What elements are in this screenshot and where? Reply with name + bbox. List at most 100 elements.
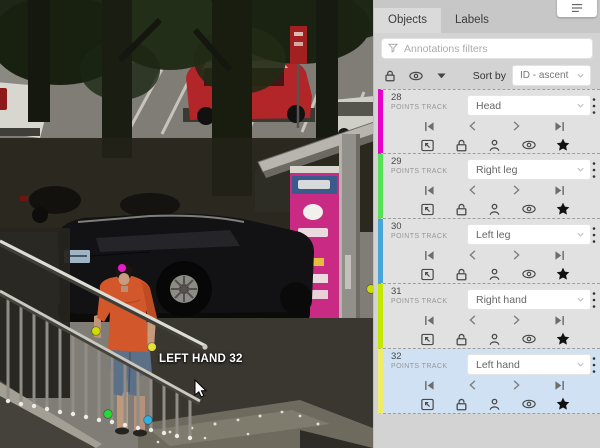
first-keyframe-icon[interactable]: [423, 249, 436, 262]
last-keyframe-icon[interactable]: [553, 120, 566, 133]
kebab-menu-icon[interactable]: [590, 225, 598, 245]
filter-funnel-icon: [387, 42, 399, 54]
annotation-canvas[interactable]: LEFT HAND 32: [0, 0, 373, 448]
collapse-all-button[interactable]: [435, 69, 448, 82]
hidden-eye-icon[interactable]: [521, 138, 537, 152]
first-keyframe-icon[interactable]: [423, 120, 436, 133]
sidebar-tabbar: Objects Labels: [374, 0, 600, 33]
unlock-icon[interactable]: [454, 138, 469, 153]
chevron-down-icon: [575, 70, 586, 81]
occluded-person-icon[interactable]: [487, 397, 502, 412]
keyframe-star-icon[interactable]: [555, 331, 571, 347]
kebab-menu-icon[interactable]: [590, 96, 598, 116]
sort-order-select[interactable]: ID - ascent: [512, 65, 591, 86]
chevron-down-icon: [575, 100, 586, 111]
keyframe-star-icon[interactable]: [555, 201, 571, 217]
occluded-person-icon[interactable]: [487, 267, 502, 282]
lock-all-button[interactable]: [383, 69, 397, 83]
next-keyframe-icon[interactable]: [510, 120, 522, 132]
appearance-menu-button[interactable]: [557, 0, 597, 17]
keyframe-star-icon[interactable]: [555, 396, 571, 412]
tab-labels[interactable]: Labels: [441, 8, 503, 33]
unlock-icon[interactable]: [454, 397, 469, 412]
label-dropdown[interactable]: Head: [467, 95, 591, 116]
menu-unfold-icon: [570, 2, 584, 14]
item-header: 30 POINTS TRACK Left leg: [383, 222, 600, 246]
switch-outside-icon[interactable]: [420, 267, 435, 282]
object-track-item[interactable]: 30 POINTS TRACK Left leg: [378, 219, 600, 284]
occluded-person-icon[interactable]: [487, 332, 502, 347]
label-dropdown[interactable]: Left hand: [467, 354, 591, 375]
hidden-eye-icon[interactable]: [521, 332, 537, 346]
video-frame: [0, 0, 373, 448]
hidden-eye-icon[interactable]: [521, 267, 537, 281]
prev-keyframe-icon[interactable]: [467, 379, 479, 391]
first-keyframe-icon[interactable]: [423, 314, 436, 327]
item-actions-row: [383, 329, 600, 349]
occluded-person-icon[interactable]: [487, 138, 502, 153]
next-keyframe-icon[interactable]: [510, 184, 522, 196]
last-keyframe-icon[interactable]: [553, 249, 566, 262]
next-keyframe-icon[interactable]: [510, 314, 522, 326]
item-actions-row: [383, 264, 600, 284]
label-dropdown[interactable]: Right hand: [467, 289, 591, 310]
annotations-filter-input[interactable]: [381, 38, 593, 59]
objects-sidebar: Objects Labels: [373, 0, 600, 448]
switch-outside-icon[interactable]: [420, 332, 435, 347]
unlock-icon[interactable]: [454, 332, 469, 347]
next-keyframe-icon[interactable]: [510, 249, 522, 261]
keypoint-head[interactable]: [118, 264, 127, 273]
last-keyframe-icon[interactable]: [553, 184, 566, 197]
keypoint-left-hand[interactable]: [148, 343, 157, 352]
item-actions-row: [383, 199, 600, 219]
hide-all-button[interactable]: [408, 69, 424, 83]
item-header: 31 POINTS TRACK Right hand: [383, 287, 600, 311]
switch-outside-icon[interactable]: [420, 397, 435, 412]
keypoint-right-leg[interactable]: [104, 410, 113, 419]
object-id: 28: [391, 93, 447, 103]
switch-outside-icon[interactable]: [420, 202, 435, 217]
prev-keyframe-icon[interactable]: [467, 184, 479, 196]
tab-objects[interactable]: Objects: [374, 8, 441, 33]
last-keyframe-icon[interactable]: [553, 314, 566, 327]
occluded-person-icon[interactable]: [487, 202, 502, 217]
kebab-menu-icon[interactable]: [590, 355, 598, 375]
object-track-item[interactable]: 28 POINTS TRACK Head: [378, 89, 600, 154]
switch-outside-icon[interactable]: [420, 138, 435, 153]
unlock-icon[interactable]: [454, 267, 469, 282]
keyframe-nav-row: [383, 311, 600, 329]
label-dropdown-value: Left leg: [476, 229, 575, 241]
chevron-down-icon: [575, 229, 586, 240]
object-type-label: POINTS TRACK: [391, 103, 447, 112]
objects-list: 28 POINTS TRACK Head: [374, 89, 600, 414]
object-track-item[interactable]: 29 POINTS TRACK Right leg: [378, 154, 600, 219]
keypoint-right-hand[interactable]: [92, 327, 101, 336]
prev-keyframe-icon[interactable]: [467, 120, 479, 132]
object-track-item[interactable]: 31 POINTS TRACK Right hand: [378, 284, 600, 349]
unlock-icon[interactable]: [454, 202, 469, 217]
kebab-menu-icon[interactable]: [590, 290, 598, 310]
black-car: [58, 214, 314, 322]
object-id: 31: [391, 287, 447, 297]
next-keyframe-icon[interactable]: [510, 379, 522, 391]
object-type-label: POINTS TRACK: [391, 167, 447, 176]
hidden-eye-icon[interactable]: [521, 202, 537, 216]
annotation-app: LEFT HAND 32 Objects Labels: [0, 0, 600, 448]
prev-keyframe-icon[interactable]: [467, 314, 479, 326]
keypoint-left-leg[interactable]: [144, 416, 153, 425]
label-dropdown[interactable]: Right leg: [467, 159, 591, 180]
filter-row: [374, 33, 600, 62]
object-id: 29: [391, 157, 447, 167]
hidden-eye-icon[interactable]: [521, 397, 537, 411]
label-dropdown[interactable]: Left leg: [467, 224, 591, 245]
object-track-item[interactable]: 32 POINTS TRACK Left hand: [378, 349, 600, 414]
object-id: 30: [391, 222, 447, 232]
first-keyframe-icon[interactable]: [423, 184, 436, 197]
kebab-menu-icon[interactable]: [590, 160, 598, 180]
label-dropdown-value: Left hand: [476, 359, 575, 371]
keyframe-star-icon[interactable]: [555, 266, 571, 282]
prev-keyframe-icon[interactable]: [467, 249, 479, 261]
last-keyframe-icon[interactable]: [553, 379, 566, 392]
first-keyframe-icon[interactable]: [423, 379, 436, 392]
keyframe-star-icon[interactable]: [555, 137, 571, 153]
